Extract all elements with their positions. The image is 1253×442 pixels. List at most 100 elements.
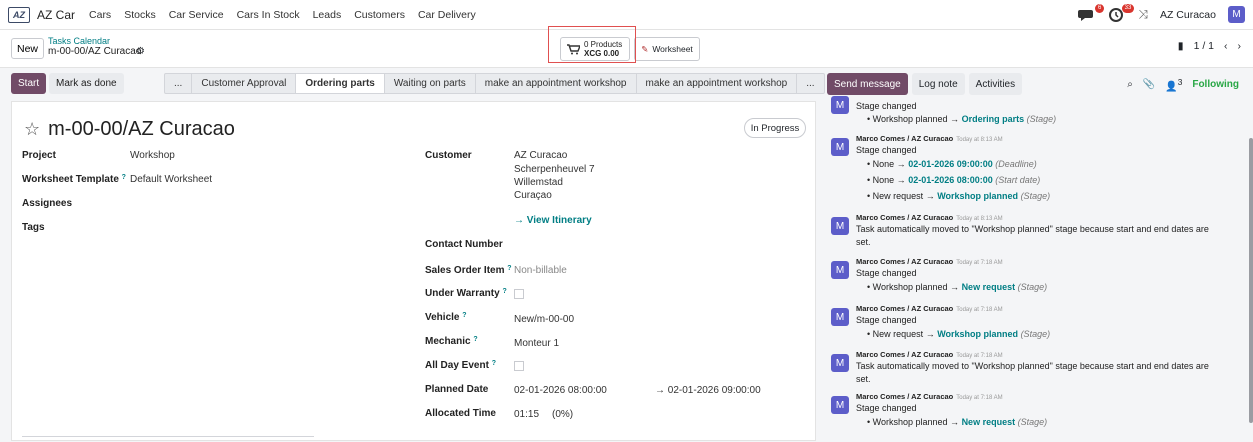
message-author[interactable]: Marco Comes / AZ Curacao Today at 8:13 AM bbox=[856, 213, 1003, 222]
new-button[interactable]: New bbox=[11, 38, 44, 59]
gear-icon[interactable]: ⚙ bbox=[136, 46, 145, 57]
activity-badge: 33 bbox=[1121, 3, 1135, 13]
chatter-scrollbar[interactable] bbox=[1249, 138, 1253, 423]
messages-badge: 6 bbox=[1095, 3, 1105, 13]
menu-car-delivery[interactable]: Car Delivery bbox=[418, 9, 476, 21]
all-day-label: All Day Event ? bbox=[425, 360, 496, 371]
stage-pipeline: ... Customer Approval Ordering parts Wai… bbox=[164, 73, 825, 94]
author-avatar[interactable]: M bbox=[831, 138, 849, 156]
pager-value[interactable]: 1 / 1 bbox=[1194, 40, 1214, 52]
worksheet-label: Worksheet bbox=[652, 44, 693, 54]
vehicle-label: Vehicle ? bbox=[425, 312, 467, 323]
customer-country: Curaçao bbox=[514, 190, 552, 201]
message-author[interactable]: Marco Comes / AZ Curacao Today at 7:18 AM bbox=[856, 257, 1003, 266]
state-badge[interactable]: In Progress bbox=[744, 118, 806, 138]
author-avatar[interactable]: M bbox=[831, 354, 849, 372]
task-name[interactable]: m-00-00/AZ Curacao bbox=[48, 118, 235, 141]
search-icon[interactable]: ⌕ bbox=[1127, 79, 1133, 90]
stage-appointment-1[interactable]: make an appointment workshop bbox=[476, 74, 637, 93]
message-body: set. bbox=[856, 237, 871, 247]
allocated-time-label: Allocated Time bbox=[425, 408, 496, 419]
pager-next-icon[interactable]: › bbox=[1238, 40, 1242, 52]
author-avatar[interactable]: M bbox=[831, 217, 849, 235]
app-name[interactable]: AZ Car bbox=[37, 8, 75, 22]
customer-street: Scherpenheuvel 7 bbox=[514, 164, 595, 175]
author-avatar[interactable]: M bbox=[831, 96, 849, 114]
customer-label: Customer bbox=[425, 150, 472, 161]
tracking-value: • New request → Workshop planned (Stage) bbox=[867, 329, 1051, 339]
start-button[interactable]: Start bbox=[11, 73, 47, 94]
stage-waiting-on-parts[interactable]: Waiting on parts bbox=[385, 74, 476, 93]
pager-prev-icon[interactable]: ‹ bbox=[1224, 40, 1228, 52]
customer-name[interactable]: AZ Curacao bbox=[514, 150, 567, 161]
allocated-time-field[interactable]: 01:15 bbox=[514, 409, 539, 420]
menu-car-service[interactable]: Car Service bbox=[169, 9, 224, 21]
under-warranty-checkbox[interactable] bbox=[514, 289, 524, 299]
worksheet-template-field[interactable]: Default Worksheet bbox=[130, 174, 212, 185]
systray: 6 33 ⤨ AZ Curacao M bbox=[1078, 3, 1245, 23]
planned-end-field[interactable]: → 02-01-2026 09:00:00 bbox=[655, 385, 761, 396]
planned-start-field[interactable]: 02-01-2026 08:00:00 bbox=[514, 385, 607, 396]
messages-icon[interactable]: 6 bbox=[1078, 3, 1105, 23]
task-title: ☆ m-00-00/AZ Curacao bbox=[24, 118, 235, 141]
message-body: Task automatically moved to "Workshop pl… bbox=[856, 224, 1209, 234]
pin-icon[interactable]: ▮ bbox=[1178, 40, 1184, 52]
stage-ordering-parts[interactable]: Ordering parts bbox=[296, 74, 385, 93]
stage-ellipsis-right[interactable]: ... bbox=[797, 74, 823, 93]
message-author[interactable]: Marco Comes / AZ Curacao Today at 7:18 AM bbox=[856, 304, 1003, 313]
help-icon: ? bbox=[121, 174, 126, 181]
message-body: Stage changed bbox=[856, 268, 917, 278]
breadcrumb-current: m-00-00/AZ Curacao bbox=[48, 46, 142, 57]
stage-appointment-2[interactable]: make an appointment workshop bbox=[637, 74, 798, 93]
followers-icon[interactable]: 👤3 bbox=[1165, 77, 1182, 92]
message-body: set. bbox=[856, 374, 871, 384]
project-field[interactable]: Workshop bbox=[130, 150, 175, 161]
menu-stocks[interactable]: Stocks bbox=[124, 9, 156, 21]
sales-order-item-field[interactable]: Non-billable bbox=[514, 265, 567, 276]
message-body: Stage changed bbox=[856, 403, 917, 413]
message-author[interactable]: Marco Comes / AZ Curacao Today at 7:18 AM bbox=[856, 350, 1003, 359]
chatter: Send message Log note Activities ⌕ 📎 👤3 … bbox=[827, 68, 1253, 441]
highlight-box bbox=[548, 26, 636, 63]
tracking-value: • None → 02-01-2026 08:00:00 (Start date… bbox=[867, 175, 1041, 185]
activity-clock-icon[interactable]: 33 bbox=[1108, 3, 1135, 23]
menu-leads[interactable]: Leads bbox=[313, 9, 342, 21]
mechanic-field[interactable]: Monteur 1 bbox=[514, 338, 559, 349]
chatter-topbar: Send message Log note Activities bbox=[827, 73, 1023, 95]
breadcrumb-parent[interactable]: Tasks Calendar bbox=[48, 36, 110, 46]
app-logo[interactable]: AZ bbox=[8, 6, 30, 23]
message-author[interactable]: Marco Comes / AZ Curacao Today at 7:18 AM bbox=[856, 392, 1003, 401]
author-avatar[interactable]: M bbox=[831, 308, 849, 326]
following-button[interactable]: Following bbox=[1192, 79, 1239, 90]
pager: ▮ 1 / 1 ‹ › bbox=[1178, 40, 1241, 52]
notebook-tabs[interactable] bbox=[22, 436, 314, 442]
message-body: Stage changed bbox=[856, 145, 917, 155]
user-avatar[interactable]: M bbox=[1228, 6, 1245, 23]
message-body: Stage changed bbox=[856, 315, 917, 325]
menu-cars[interactable]: Cars bbox=[89, 9, 111, 21]
mark-done-button[interactable]: Mark as done bbox=[49, 73, 124, 94]
author-avatar[interactable]: M bbox=[831, 396, 849, 414]
author-avatar[interactable]: M bbox=[831, 261, 849, 279]
company-name[interactable]: AZ Curacao bbox=[1160, 9, 1216, 21]
stage-customer-approval[interactable]: Customer Approval bbox=[192, 74, 297, 93]
form-sheet: ☆ m-00-00/AZ Curacao In Progress Project… bbox=[11, 101, 816, 441]
send-message-button[interactable]: Send message bbox=[827, 73, 908, 95]
planned-date-label: Planned Date bbox=[425, 384, 489, 395]
message-author[interactable]: Marco Comes / AZ Curacao Today at 8:13 AM bbox=[856, 134, 1003, 143]
all-day-checkbox[interactable] bbox=[514, 361, 524, 371]
stage-ellipsis-left[interactable]: ... bbox=[165, 74, 193, 93]
tracking-value: • Workshop planned → New request (Stage) bbox=[867, 282, 1048, 292]
star-icon[interactable]: ☆ bbox=[24, 119, 40, 140]
chatter-tools: ⌕ 📎 👤3 Following bbox=[1127, 77, 1239, 92]
paperclip-icon[interactable]: 📎 bbox=[1143, 79, 1155, 90]
activities-button[interactable]: Activities bbox=[968, 73, 1023, 95]
message-body: Task automatically moved to "Workshop pl… bbox=[856, 361, 1209, 371]
menu-customers[interactable]: Customers bbox=[354, 9, 405, 21]
worksheet-smart-button[interactable]: ✎ Worksheet bbox=[634, 37, 700, 61]
vehicle-field[interactable]: New/m-00-00 bbox=[514, 314, 574, 325]
view-itinerary-link[interactable]: → View Itinerary bbox=[514, 215, 592, 226]
menu-cars-in-stock[interactable]: Cars In Stock bbox=[237, 9, 300, 21]
switch-company-icon[interactable]: ⤨ bbox=[1138, 7, 1148, 22]
log-note-button[interactable]: Log note bbox=[911, 73, 965, 95]
